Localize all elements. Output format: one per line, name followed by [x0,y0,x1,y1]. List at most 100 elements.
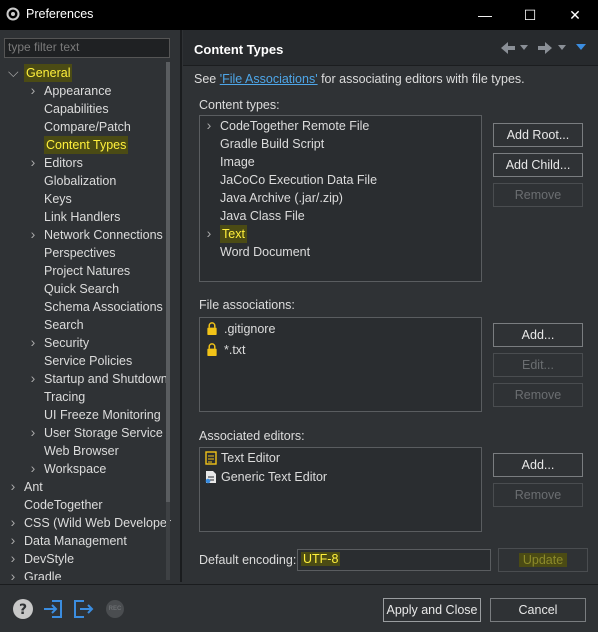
tree-item-workspace[interactable]: Workspace [44,460,106,478]
apply-and-close-button[interactable]: Apply and Close [383,598,481,622]
collapsed-arrow-icon[interactable]: › [28,154,38,172]
collapsed-arrow-icon[interactable]: › [204,225,214,243]
tree-item-codetogether[interactable]: CodeTogether [24,496,103,514]
collapsed-arrow-icon[interactable]: › [8,568,18,580]
content-type-item[interactable]: Gradle Build Script [220,135,324,153]
tree-item-general[interactable]: General [24,64,73,82]
tree-item-compare-patch[interactable]: Compare/Patch [44,118,131,136]
collapsed-arrow-icon[interactable]: › [28,334,38,352]
tree-item-web-browser[interactable]: Web Browser [44,442,119,460]
tree-scrollbar-thumb[interactable] [166,62,170,502]
collapsed-arrow-icon[interactable]: › [8,478,18,496]
tree-item-capabilities[interactable]: Capabilities [44,100,109,118]
forward-dropdown-icon[interactable] [558,45,566,51]
tree-item-css-wild-web-developer[interactable]: CSS (Wild Web Developer [24,514,171,532]
forward-arrow-icon[interactable] [536,40,554,56]
content-type-item[interactable]: Word Document [220,243,310,261]
content-types-label: Content types: [199,98,280,112]
import-icon[interactable] [42,598,64,620]
file-association-item[interactable]: *.txt [224,341,246,359]
tree-item-schema-associations[interactable]: Schema Associations [44,298,163,316]
tree-item-editors[interactable]: Editors [44,154,83,172]
filter-input[interactable]: type filter text [4,38,170,58]
eclipse-gear-icon [6,7,20,21]
expanded-arrow-icon[interactable]: ⌵ [8,64,19,82]
cancel-button[interactable]: Cancel [490,598,586,622]
tree-item-startup-and-shutdown[interactable]: Startup and Shutdown [44,370,168,388]
edit-association-button[interactable]: Edit... [493,353,583,377]
content-type-item[interactable]: CodeTogether Remote File [220,117,369,135]
collapsed-arrow-icon[interactable]: › [8,550,18,568]
minimize-button[interactable]: — [470,5,500,25]
add-child-button[interactable]: Add Child... [493,153,583,177]
tree-item-security[interactable]: Security [44,334,89,352]
default-encoding-label: Default encoding: [199,553,297,567]
collapsed-arrow-icon[interactable]: › [28,424,38,442]
tree-item-link-handlers[interactable]: Link Handlers [44,208,120,226]
tree-item-appearance[interactable]: Appearance [44,82,111,100]
lock-icon [207,343,217,356]
tree-item-data-management[interactable]: Data Management [24,532,127,550]
maximize-button[interactable]: ☐ [515,5,545,25]
add-editor-button[interactable]: Add... [493,453,583,477]
collapsed-arrow-icon[interactable]: › [28,460,38,478]
hint-prefix: See [194,72,220,86]
associated-editor-item[interactable]: Generic Text Editor [221,468,327,486]
file-associations-hint: See 'File Associations' for associating … [194,72,525,86]
pane-divider[interactable] [180,30,182,582]
remove-content-type-button[interactable]: Remove [493,183,583,207]
hint-suffix: for associating editors with file types. [317,72,525,86]
add-root-button[interactable]: Add Root... [493,123,583,147]
back-arrow-icon[interactable] [499,40,517,56]
tree-item-globalization[interactable]: Globalization [44,172,116,190]
help-icon[interactable]: ? [12,598,34,620]
tree-item-gradle[interactable]: Gradle [24,568,62,580]
collapsed-arrow-icon[interactable]: › [28,370,38,388]
tree-item-network-connections[interactable]: Network Connections [44,226,163,244]
associated-editor-item[interactable]: Text Editor [221,449,280,467]
file-associations-label: File associations: [199,298,295,312]
svg-text:?: ? [19,602,27,618]
tree-item-devstyle[interactable]: DevStyle [24,550,74,568]
file-associations-list[interactable]: .gitignore *.txt [199,317,482,412]
collapsed-arrow-icon[interactable]: › [204,117,214,135]
file-association-item[interactable]: .gitignore [224,320,275,338]
tree-item-quick-search[interactable]: Quick Search [44,280,119,298]
close-button[interactable]: ✕ [560,5,590,25]
export-icon[interactable] [72,598,94,620]
lock-icon [207,322,217,335]
view-menu-icon[interactable] [576,44,586,51]
content-type-item[interactable]: Image [220,153,255,171]
tree-item-ant[interactable]: Ant [24,478,43,496]
tree-item-perspectives[interactable]: Perspectives [44,244,116,262]
tree-item-project-natures[interactable]: Project Natures [44,262,130,280]
preferences-tree[interactable]: ⌵ General › Appearance Capabilities Compare/P… [4,62,179,580]
content-type-item[interactable]: Java Class File [220,207,305,225]
content-type-item[interactable]: JaCoCo Execution Data File [220,171,377,189]
content-type-item[interactable]: Java Archive (.jar/.zip) [220,189,343,207]
content-type-item[interactable]: Text [220,225,247,243]
back-dropdown-icon[interactable] [520,45,528,51]
tree-item-search[interactable]: Search [44,316,84,334]
file-associations-link[interactable]: 'File Associations' [220,72,318,86]
collapsed-arrow-icon[interactable]: › [8,532,18,550]
tree-item-content-types[interactable]: Content Types [44,136,129,154]
encoding-value: UTF-8 [301,552,341,566]
remove-editor-button[interactable]: Remove [493,483,583,507]
tree-item-tracing[interactable]: Tracing [44,388,85,406]
tree-item-keys[interactable]: Keys [44,190,72,208]
update-button[interactable]: Update [498,548,588,572]
collapsed-arrow-icon[interactable]: › [28,82,38,100]
collapsed-arrow-icon[interactable]: › [8,514,18,532]
collapsed-arrow-icon[interactable]: › [28,226,38,244]
associated-editors-list[interactable]: Text Editor Generic Text Editor [199,447,482,532]
remove-association-button[interactable]: Remove [493,383,583,407]
tree-item-user-storage-service[interactable]: User Storage Service [44,424,163,442]
add-association-button[interactable]: Add... [493,323,583,347]
tree-item-service-policies[interactable]: Service Policies [44,352,132,370]
default-encoding-input[interactable]: UTF-8 [297,549,491,571]
tree-item-ui-freeze-monitoring[interactable]: UI Freeze Monitoring [44,406,161,424]
associated-editors-label: Associated editors: [199,429,305,443]
content-types-tree[interactable]: › CodeTogether Remote File Gradle Build Sc… [199,115,482,282]
record-icon[interactable]: REC [106,600,124,618]
